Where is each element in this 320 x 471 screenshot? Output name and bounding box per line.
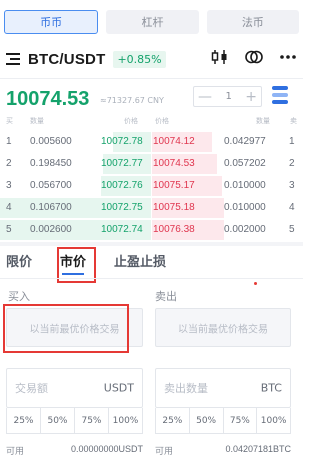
sell-percent-buttons: 25% 50% 75% 100% xyxy=(155,408,291,434)
bid-qty: 0.002600 xyxy=(30,224,72,235)
sell-pct-100[interactable]: 100% xyxy=(257,408,290,433)
row-index: 2 xyxy=(6,158,12,169)
buy-pct-75[interactable]: 75% xyxy=(75,408,109,433)
buy-pct-25[interactable]: 25% xyxy=(7,408,41,433)
ask-qty: 0.057202 xyxy=(224,158,266,169)
ask-qty: 0.002000 xyxy=(224,224,266,235)
orderbook-row[interactable]: 5 0.002600 10072.74 10076.38 0.002000 5 xyxy=(0,219,303,241)
ask-price: 10074.12 xyxy=(153,136,195,147)
coin-switch-icon[interactable] xyxy=(245,49,263,69)
more-icon[interactable] xyxy=(279,49,297,69)
tab-stop[interactable]: 止盈止损 xyxy=(114,251,166,270)
layout-toggle-icon[interactable] xyxy=(272,86,288,104)
plus-button[interactable]: + xyxy=(245,89,257,105)
pair-title[interactable]: BTC/USDT xyxy=(28,51,105,68)
candlestick-icon[interactable] xyxy=(211,49,229,69)
menu-icon[interactable] xyxy=(6,53,20,65)
header-price-right: 价格 xyxy=(155,117,169,125)
buy-avail-value: 0.00000000USDT xyxy=(70,444,143,454)
buy-available: 可用 0.00000000USDT xyxy=(6,444,143,457)
buy-pct-100[interactable]: 100% xyxy=(109,408,142,433)
sell-price-field[interactable]: 以当前最优价格交易 xyxy=(155,308,291,347)
orderbook-row[interactable]: 4 0.106700 10072.75 10075.18 0.010000 4 xyxy=(0,197,303,219)
sell-unit: BTC xyxy=(260,381,282,395)
buy-title: 买入 xyxy=(8,290,30,303)
sell-title: 卖出 xyxy=(155,290,177,303)
sell-available: 可用 0.04207181BTC xyxy=(155,444,291,457)
tab-spot[interactable]: 币币 xyxy=(4,10,99,34)
buy-unit: USDT xyxy=(103,381,134,395)
buy-amount-input[interactable]: 交易额 USDT xyxy=(6,368,143,408)
minus-button[interactable]: — xyxy=(198,89,212,105)
ask-qty: 0.042977 xyxy=(224,136,266,147)
ask-index: 1 xyxy=(289,136,295,147)
pair-header: BTC/USDT +0.85% xyxy=(6,46,297,72)
ask-index: 3 xyxy=(289,180,295,191)
ask-price: 10075.18 xyxy=(153,202,195,213)
mode-tabs: 币币 杠杆 法币 xyxy=(4,10,299,34)
bid-qty: 0.005600 xyxy=(30,136,72,147)
bid-qty: 0.198450 xyxy=(30,158,72,169)
ask-price: 10074.53 xyxy=(153,158,195,169)
row-index: 5 xyxy=(6,224,12,235)
bid-qty: 0.106700 xyxy=(30,202,72,213)
header-buy: 买 xyxy=(6,117,13,125)
ask-index: 4 xyxy=(289,202,295,213)
tab-limit[interactable]: 限价 xyxy=(6,251,32,270)
divider xyxy=(0,78,303,79)
last-price: 10074.53 xyxy=(6,88,90,110)
depth-stepper[interactable]: — 1 + xyxy=(193,86,262,107)
cny-price: ≈71327.67 CNY xyxy=(100,96,164,105)
ask-qty: 0.010000 xyxy=(224,180,266,191)
buy-amount-label: 交易额 xyxy=(15,382,48,395)
change-badge: +0.85% xyxy=(113,50,166,68)
ask-index: 2 xyxy=(289,158,295,169)
orderbook-row[interactable]: 1 0.005600 10072.78 10074.12 0.042977 1 xyxy=(0,131,303,153)
orderbook-row[interactable]: 3 0.056700 10072.76 10075.17 0.010000 3 xyxy=(0,175,303,197)
row-index: 1 xyxy=(6,136,12,147)
bid-price: 10072.78 xyxy=(101,136,143,147)
sell-amount-input[interactable]: 卖出数量 BTC xyxy=(155,368,291,408)
tab-margin[interactable]: 杠杆 xyxy=(106,10,199,34)
bid-qty: 0.056700 xyxy=(30,180,72,191)
orderbook-header: 买 数量 价格 价格 数量 卖 xyxy=(0,116,303,128)
tab-fiat[interactable]: 法币 xyxy=(206,10,299,34)
sell-pct-75[interactable]: 75% xyxy=(224,408,258,433)
bid-price: 10072.77 xyxy=(101,158,143,169)
order-type-tabs: 限价 市价 止盈止损 xyxy=(6,246,297,275)
row-index: 4 xyxy=(6,202,12,213)
divider xyxy=(0,278,303,279)
sell-avail-value: 0.04207181BTC xyxy=(225,444,291,454)
ask-price: 10076.38 xyxy=(153,224,195,235)
orderbook: 1 0.005600 10072.78 10074.12 0.042977 1 … xyxy=(0,131,303,241)
highlight-box xyxy=(3,304,129,353)
header-amount-left: 数量 xyxy=(30,117,44,125)
sell-pct-25[interactable]: 25% xyxy=(156,408,190,433)
header-sell: 卖 xyxy=(290,117,297,125)
bid-price: 10072.74 xyxy=(101,224,143,235)
row-index: 3 xyxy=(6,180,12,191)
ask-qty: 0.010000 xyxy=(224,202,266,213)
sell-avail-label: 可用 xyxy=(155,446,174,456)
buy-pct-50[interactable]: 50% xyxy=(41,408,75,433)
bid-price: 10072.75 xyxy=(101,202,143,213)
highlight-dot xyxy=(254,282,257,285)
ask-index: 5 xyxy=(289,224,295,235)
buy-percent-buttons: 25% 50% 75% 100% xyxy=(6,408,143,434)
sell-pct-50[interactable]: 50% xyxy=(190,408,224,433)
sell-amount-label: 卖出数量 xyxy=(164,382,208,395)
header-amount-right: 数量 xyxy=(256,117,270,125)
orderbook-row[interactable]: 2 0.198450 10072.77 10074.53 0.057202 2 xyxy=(0,153,303,175)
stepper-value: 1 xyxy=(225,91,232,102)
ask-price: 10075.17 xyxy=(153,180,195,191)
bid-price: 10072.76 xyxy=(101,180,143,191)
buy-avail-label: 可用 xyxy=(6,446,25,456)
header-price-left: 价格 xyxy=(124,117,138,125)
sell-price-placeholder: 以当前最优价格交易 xyxy=(178,324,268,335)
